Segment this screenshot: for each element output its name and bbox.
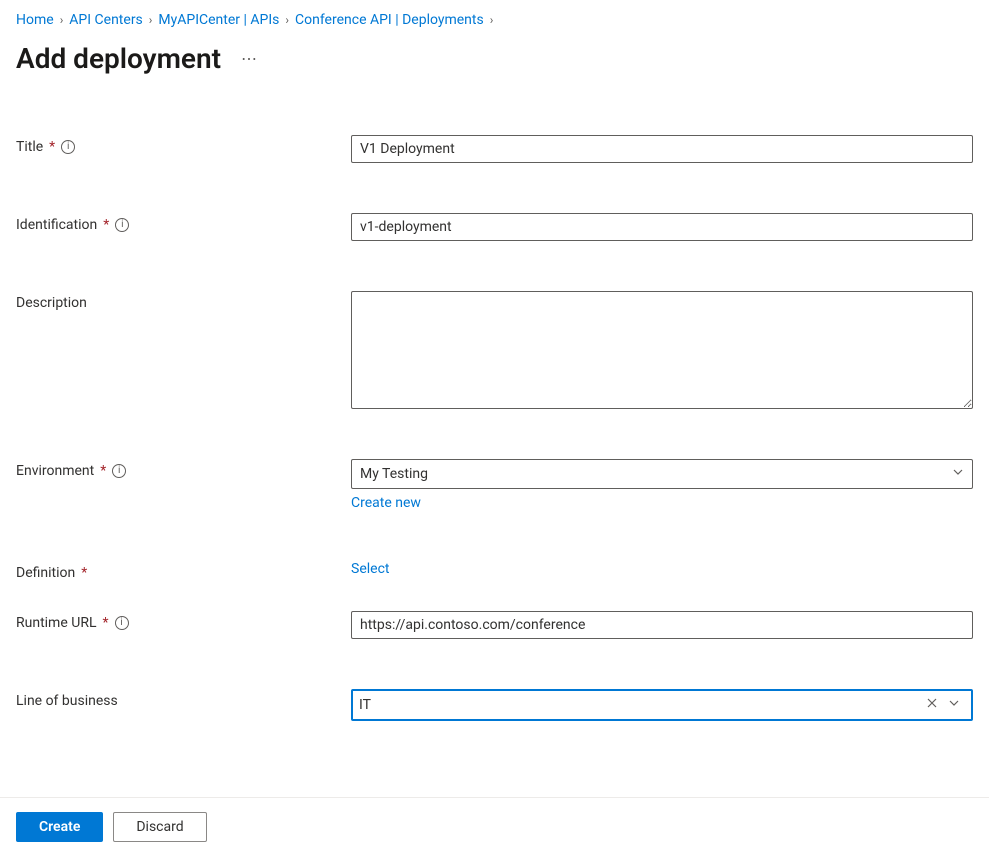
runtime-url-label: Runtime URL * i <box>16 611 351 631</box>
line-of-business-label: Line of business <box>16 689 351 709</box>
breadcrumb-conference-api-deployments[interactable]: Conference API | Deployments <box>295 12 484 28</box>
select-definition-link[interactable]: Select <box>351 561 973 577</box>
page-title-row: Add deployment ⋯ <box>16 42 973 75</box>
environment-select-value: My Testing <box>360 466 428 482</box>
breadcrumb: Home › API Centers › MyAPICenter | APIs … <box>16 12 973 28</box>
info-icon[interactable]: i <box>115 616 129 630</box>
info-icon[interactable]: i <box>112 464 126 478</box>
description-textarea[interactable] <box>351 291 973 409</box>
line-of-business-select[interactable]: IT <box>351 689 973 721</box>
title-label: Title * i <box>16 135 351 155</box>
runtime-url-input[interactable] <box>351 611 973 639</box>
environment-select[interactable]: My Testing <box>351 459 973 489</box>
clear-icon[interactable] <box>921 697 943 713</box>
description-label: Description <box>16 291 351 311</box>
required-indicator: * <box>49 139 55 155</box>
identification-label: Identification * i <box>16 213 351 233</box>
breadcrumb-api-centers[interactable]: API Centers <box>69 12 143 28</box>
chevron-right-icon: › <box>60 13 64 27</box>
page-title: Add deployment <box>16 42 221 75</box>
breadcrumb-myapicenter-apis[interactable]: MyAPICenter | APIs <box>158 12 279 28</box>
add-deployment-form: Title * i Identification * i Description… <box>16 135 973 771</box>
environment-label: Environment * i <box>16 459 351 479</box>
required-indicator: * <box>100 463 106 479</box>
create-button[interactable]: Create <box>16 812 103 842</box>
chevron-right-icon: › <box>285 13 289 27</box>
create-new-environment-link[interactable]: Create new <box>351 495 973 511</box>
chevron-right-icon: › <box>149 13 153 27</box>
chevron-right-icon: › <box>490 13 494 27</box>
more-icon[interactable]: ⋯ <box>241 49 258 68</box>
info-icon[interactable]: i <box>115 218 129 232</box>
title-input[interactable] <box>351 135 973 163</box>
discard-button[interactable]: Discard <box>113 812 206 842</box>
line-of-business-value: IT <box>359 697 921 713</box>
identification-input[interactable] <box>351 213 973 241</box>
required-indicator: * <box>102 615 108 631</box>
info-icon[interactable]: i <box>61 140 75 154</box>
breadcrumb-home[interactable]: Home <box>16 12 54 28</box>
required-indicator: * <box>81 565 87 581</box>
chevron-down-icon[interactable] <box>943 697 965 713</box>
required-indicator: * <box>103 217 109 233</box>
definition-label: Definition * <box>16 561 351 581</box>
chevron-down-icon <box>952 466 964 482</box>
footer-bar: Create Discard <box>0 797 989 856</box>
